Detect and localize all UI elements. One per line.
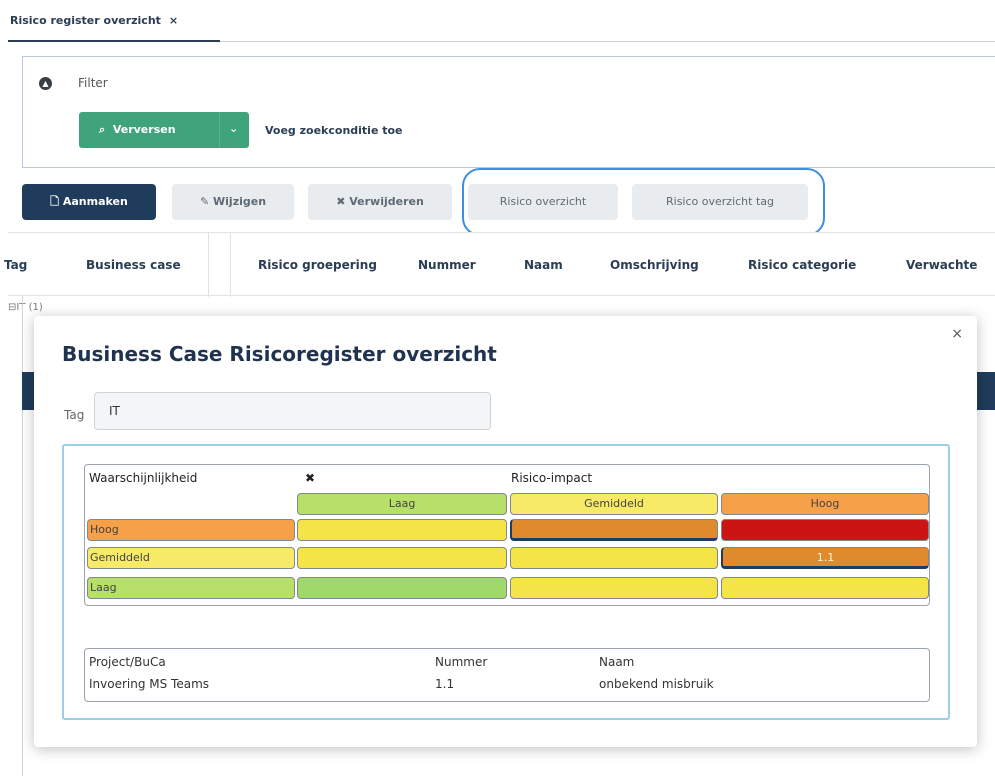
close-icon: ✖ bbox=[336, 195, 346, 208]
list-cell-project[interactable]: Invoering MS Teams bbox=[89, 677, 209, 691]
matrix-cell-low-high[interactable] bbox=[721, 577, 929, 599]
impact-header-low: Laag bbox=[297, 493, 507, 515]
column-header-number[interactable]: Nummer bbox=[418, 258, 476, 272]
likelihood-label: Waarschijnlijkheid bbox=[89, 471, 198, 485]
risk-overview-dialog: × Business Case Risicoregister overzicht… bbox=[34, 316, 977, 747]
tag-field[interactable]: IT bbox=[94, 392, 491, 430]
list-header-project: Project/BuCa bbox=[89, 655, 166, 669]
likelihood-header-low: Laag bbox=[87, 577, 295, 599]
matrix-cell-high-high[interactable] bbox=[721, 519, 929, 541]
grid-border bbox=[22, 296, 23, 776]
active-tab-indicator bbox=[8, 40, 220, 42]
matrix-cell-medium-medium[interactable] bbox=[510, 547, 718, 569]
pencil-icon: ✎ bbox=[199, 195, 210, 208]
delete-button[interactable]: ✖ Verwijderen bbox=[308, 184, 452, 220]
likelihood-header-medium: Gemiddeld bbox=[87, 547, 295, 569]
matrix-cell-medium-high[interactable]: 1.1 bbox=[721, 547, 929, 569]
column-header-tag[interactable]: Tag bbox=[4, 258, 27, 272]
matrix-cell-high-medium[interactable] bbox=[510, 519, 718, 541]
impact-header-medium: Gemiddeld bbox=[510, 493, 718, 515]
column-header-risk-category[interactable]: Risico categorie bbox=[748, 258, 856, 272]
tab-risk-register[interactable]: Risico register overzicht × bbox=[8, 14, 178, 27]
grid-header: Tag Business case Risico groepering Numm… bbox=[4, 232, 995, 297]
risk-matrix: Waarschijnlijkheid ✖ Risico-impact Laag … bbox=[84, 464, 930, 606]
list-header-name: Naam bbox=[599, 655, 635, 669]
column-header-expected[interactable]: Verwachte bbox=[906, 258, 977, 272]
tab-close-icon[interactable]: × bbox=[169, 14, 178, 27]
delete-label: Verwijderen bbox=[349, 195, 424, 208]
filter-label: Filter bbox=[78, 76, 108, 90]
overview-panel: Waarschijnlijkheid ✖ Risico-impact Laag … bbox=[62, 444, 950, 720]
edit-button[interactable]: ✎ Wijzigen bbox=[172, 184, 294, 220]
document-icon: 🗋 bbox=[50, 195, 60, 208]
list-cell-name[interactable]: onbekend misbruik bbox=[599, 677, 714, 691]
column-header-description[interactable]: Omschrijving bbox=[610, 258, 699, 272]
edit-label: Wijzigen bbox=[213, 195, 267, 208]
tab-bar: Risico register overzicht × bbox=[8, 0, 995, 42]
matrix-cell-low-medium[interactable] bbox=[510, 577, 718, 599]
search-icon: ⌕ bbox=[99, 123, 106, 136]
add-condition-link[interactable]: Voeg zoekconditie toe bbox=[265, 124, 403, 137]
group-row[interactable]: ⊟IT (1) bbox=[8, 302, 43, 313]
impact-label: Risico-impact bbox=[511, 471, 593, 485]
column-divider bbox=[230, 233, 231, 297]
clear-icon[interactable]: ✖ bbox=[305, 471, 315, 485]
tab-label: Risico register overzicht bbox=[10, 14, 161, 27]
matrix-cell-low-low[interactable] bbox=[297, 577, 507, 599]
split-divider bbox=[219, 112, 220, 148]
column-header-risk-grouping[interactable]: Risico groepering bbox=[258, 258, 377, 272]
matrix-cell-high-low[interactable] bbox=[297, 519, 507, 541]
dialog-title: Business Case Risicoregister overzicht bbox=[62, 342, 497, 366]
chevron-down-icon[interactable]: ⌄ bbox=[229, 122, 238, 135]
column-header-name[interactable]: Naam bbox=[524, 258, 563, 272]
close-icon[interactable]: × bbox=[951, 326, 963, 342]
refresh-label: Verversen bbox=[112, 123, 176, 136]
column-header-business-case[interactable]: Business case bbox=[86, 258, 181, 272]
likelihood-header-high: Hoog bbox=[87, 519, 295, 541]
risk-list: Project/BuCa Nummer Naam Invoering MS Te… bbox=[84, 648, 930, 702]
matrix-cell-medium-low[interactable] bbox=[297, 547, 507, 569]
impact-header-high: Hoog bbox=[721, 493, 929, 515]
refresh-button[interactable]: ⌕ Verversen ⌄ bbox=[79, 112, 249, 148]
create-label: Aanmaken bbox=[62, 195, 128, 208]
tag-label: Tag bbox=[64, 408, 85, 422]
list-header-number: Nummer bbox=[435, 655, 488, 669]
group-label: IT (1) bbox=[16, 302, 43, 313]
filter-panel: ▲ Filter ⌕ Verversen ⌄ Voeg zoekconditie… bbox=[22, 56, 995, 168]
collapse-icon[interactable]: ▲ bbox=[39, 77, 52, 90]
column-divider bbox=[208, 233, 209, 297]
highlight-annotation bbox=[462, 168, 825, 236]
create-button[interactable]: 🗋 Aanmaken bbox=[22, 184, 156, 220]
list-cell-number[interactable]: 1.1 bbox=[435, 677, 454, 691]
